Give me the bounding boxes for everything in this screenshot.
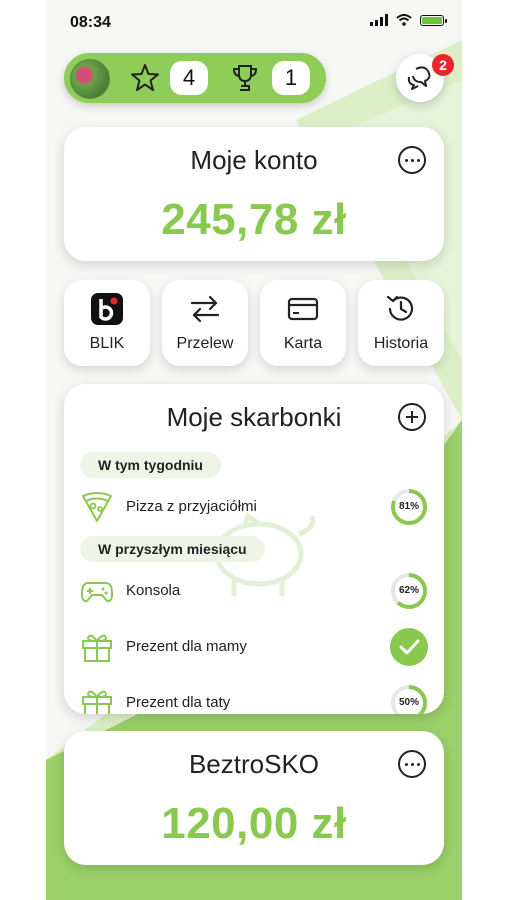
gamepad-icon xyxy=(81,582,113,603)
completed-check-icon xyxy=(390,628,428,666)
add-piggybank-button[interactable] xyxy=(398,403,426,431)
history-icon xyxy=(386,295,414,321)
status-bar: 08:34 xyxy=(46,0,462,46)
phone-screen: 08:34 4 1 2 Moje konto 245,78 zł BLIK Pr… xyxy=(46,0,462,900)
beztrosko-balance: 120,00 zł xyxy=(161,799,347,848)
avatar[interactable] xyxy=(70,59,110,99)
piggybank-name: Prezent dla taty xyxy=(126,694,231,711)
piggybank-item[interactable]: Prezent dla mamy xyxy=(80,626,428,666)
history-button[interactable]: Historia xyxy=(358,280,444,366)
beztrosko-more-button[interactable] xyxy=(398,750,426,778)
blik-icon xyxy=(91,293,123,325)
beztrosko-card[interactable]: BeztroSKO 120,00 zł xyxy=(64,731,444,865)
history-label: Historia xyxy=(373,335,429,352)
stars-count: 4 xyxy=(170,61,208,95)
status-time: 08:34 xyxy=(70,14,111,31)
pizza-icon xyxy=(82,492,112,522)
card-button[interactable]: Karta xyxy=(260,280,346,366)
account-card[interactable]: Moje konto 245,78 zł xyxy=(64,127,444,261)
chat-icon xyxy=(407,66,431,90)
beztrosko-title: BeztroSKO xyxy=(188,749,320,779)
signal-icon xyxy=(370,14,388,26)
piggybank-item[interactable]: Prezent dla taty 50% xyxy=(80,682,428,714)
piggybank-item[interactable]: Konsola 62% xyxy=(80,570,428,610)
trophy-icon xyxy=(232,65,258,91)
section-next-month: W przyszłym miesiącu xyxy=(80,536,265,562)
progress-label: 81% xyxy=(398,501,419,512)
piggybank-item[interactable]: Pizza z przyjaciółmi 81% xyxy=(80,486,428,526)
progress-label: 50% xyxy=(398,697,419,708)
section-this-week: W tym tygodniu xyxy=(80,452,221,478)
notification-badge: 2 xyxy=(432,54,454,76)
profile-stats-pill[interactable]: 4 1 xyxy=(64,53,326,103)
trophies-count: 1 xyxy=(272,61,310,95)
blik-label: BLIK xyxy=(89,335,125,352)
transfer-button[interactable]: Przelew xyxy=(162,280,248,366)
battery-icon xyxy=(420,14,447,26)
blik-button[interactable]: BLIK xyxy=(64,280,150,366)
piggybank-name: Konsola xyxy=(126,582,181,599)
piggybank-name: Pizza z przyjaciółmi xyxy=(126,498,257,515)
wifi-icon xyxy=(396,14,412,26)
piggybanks-card: Moje skarbonki W tym tygodniu Pizza z pr… xyxy=(64,384,444,714)
account-balance: 245,78 zł xyxy=(161,195,347,244)
transfer-label: Przelew xyxy=(176,335,234,352)
transfer-icon xyxy=(190,295,220,323)
gift-icon xyxy=(82,690,112,714)
star-icon xyxy=(131,64,159,91)
card-label: Karta xyxy=(283,335,323,352)
account-title: Moje konto xyxy=(190,145,318,175)
piggybank-name: Prezent dla mamy xyxy=(126,638,247,655)
piggybanks-title: Moje skarbonki xyxy=(166,402,342,432)
card-icon xyxy=(287,297,319,321)
status-icons xyxy=(370,14,447,26)
gift-icon xyxy=(82,634,112,662)
progress-label: 62% xyxy=(398,585,419,596)
account-more-button[interactable] xyxy=(398,146,426,174)
